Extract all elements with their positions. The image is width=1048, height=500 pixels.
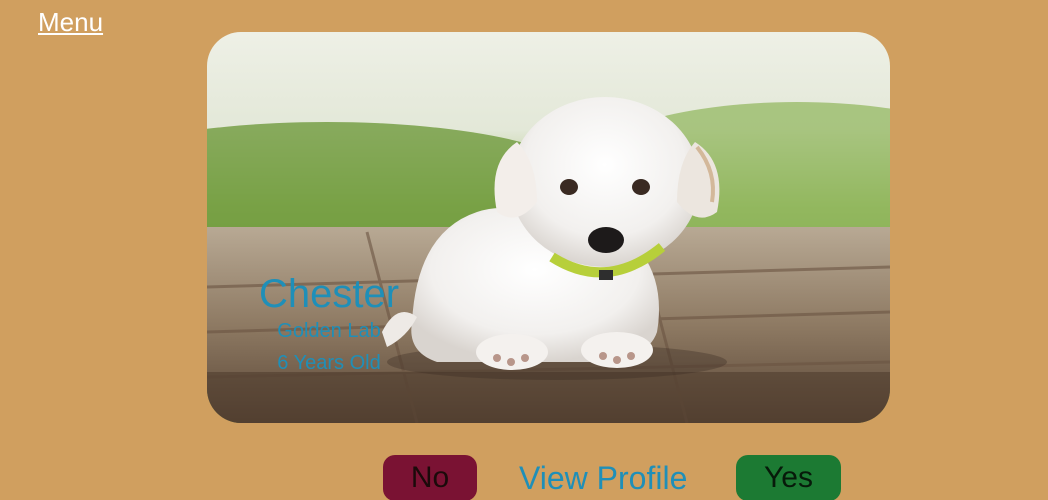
no-button[interactable]: No — [383, 455, 477, 500]
pet-age: 6 Years Old — [277, 352, 381, 374]
pet-info: Chester Golden Lab 6 Years Old — [248, 272, 410, 380]
yes-button[interactable]: Yes — [736, 455, 841, 500]
menu-link[interactable]: Menu — [38, 8, 103, 37]
pet-name: Chester — [258, 272, 400, 316]
view-profile-button[interactable]: View Profile — [519, 455, 687, 500]
pet-match-page: Menu Chester Golden Lab 6 Years Old No V… — [0, 0, 1048, 500]
action-bar: No View Profile Yes — [0, 455, 1048, 500]
pet-breed: Golden Lab — [277, 320, 381, 342]
